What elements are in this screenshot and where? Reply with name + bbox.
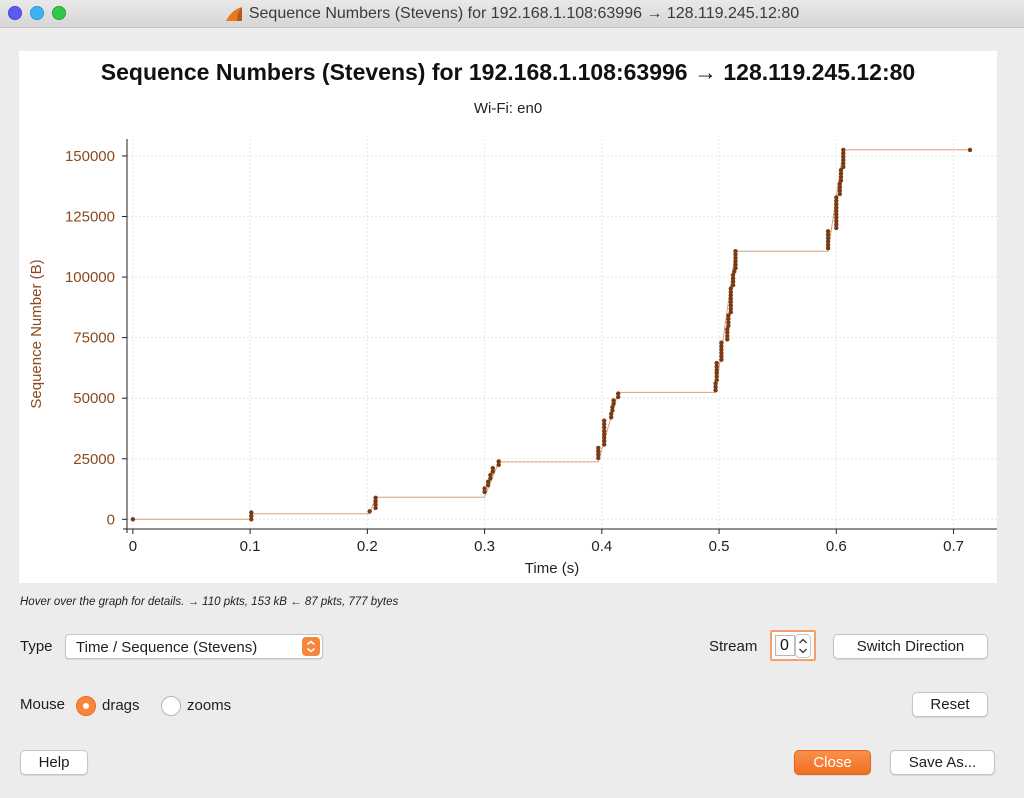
sequence-chart[interactable]: Sequence Numbers (Stevens) for 192.168.1… [19, 51, 997, 583]
data-point [611, 398, 616, 403]
wireshark-fin-icon [225, 7, 242, 21]
type-select-value: Time / Sequence (Stevens) [76, 639, 258, 656]
data-point [496, 459, 501, 464]
data-point [482, 486, 487, 491]
window-title: Sequence Numbers (Stevens) for 192.168.1… [248, 5, 800, 22]
drags-radio[interactable] [76, 696, 96, 716]
y-tick-label: 125000 [65, 209, 115, 226]
hover-hint: Hover over the graph for details. → 110 … [20, 596, 399, 608]
zooms-radio[interactable] [161, 696, 181, 716]
chart-title: Sequence Numbers (Stevens) for 192.168.1… [101, 59, 915, 85]
y-tick-label: 75000 [73, 330, 115, 347]
drags-label[interactable]: drags [102, 697, 140, 714]
zooms-label[interactable]: zooms [187, 697, 231, 714]
data-point [834, 195, 839, 200]
sequence-step-line [132, 149, 970, 520]
y-axis-label: Sequence Number (B) [28, 259, 45, 408]
switch-direction-button[interactable]: Switch Direction [833, 634, 988, 659]
title-bar[interactable]: Sequence Numbers (Stevens) for 192.168.1… [0, 0, 1024, 28]
data-point [602, 418, 607, 423]
x-tick-label: 0.5 [709, 538, 730, 555]
chart-grid [127, 139, 997, 529]
help-button[interactable]: Help [20, 750, 88, 775]
data-point [967, 147, 973, 153]
data-point [714, 360, 719, 366]
reset-button[interactable]: Reset [912, 692, 988, 717]
updown-chevron-icon [302, 637, 320, 656]
data-point [616, 391, 621, 396]
data-point [841, 147, 846, 153]
data-point [719, 340, 724, 345]
type-select[interactable]: Time / Sequence (Stevens) [65, 634, 323, 659]
data-point [367, 509, 372, 514]
series-line [132, 149, 970, 520]
x-tick-label: 0.4 [591, 538, 612, 555]
window: Sequence Numbers (Stevens) for 192.168.1… [0, 0, 1024, 798]
x-tick-label: 0.3 [474, 538, 495, 555]
x-tick-label: 0.7 [943, 538, 964, 555]
mouse-label: Mouse [20, 696, 66, 713]
y-tick-label: 100000 [65, 269, 115, 286]
data-point [825, 229, 831, 234]
y-tick-label: 25000 [73, 451, 115, 468]
stepper-arrows-icon[interactable] [795, 634, 811, 658]
y-tick-label: 0 [107, 511, 115, 528]
stream-label: Stream [709, 638, 758, 655]
data-point [249, 510, 254, 515]
chart-subtitle: Wi-Fi: en0 [474, 100, 542, 117]
x-tick-label: 0 [129, 538, 137, 555]
save-as-button[interactable]: Save As... [890, 750, 995, 775]
data-point [130, 517, 136, 522]
data-point [490, 466, 495, 471]
title-wrap: Sequence Numbers (Stevens) for 192.168.1… [0, 0, 1024, 28]
close-button[interactable]: Close [794, 750, 871, 775]
x-tick-label: 0.2 [357, 538, 378, 555]
x-tick-label: 0.1 [240, 538, 261, 555]
type-label: Type [20, 638, 53, 655]
series-points [130, 147, 973, 522]
plot-area[interactable]: Sequence Numbers (Stevens) for 192.168.1… [19, 51, 997, 583]
stream-input[interactable]: 0 [775, 635, 795, 656]
y-tick-label: 50000 [73, 390, 115, 407]
data-point [596, 445, 601, 451]
data-point [373, 495, 378, 500]
x-tick-label: 0.6 [826, 538, 847, 555]
stream-spinbox[interactable]: 0 [770, 630, 816, 661]
data-point [733, 249, 738, 254]
x-axis-label: Time (s) [525, 560, 579, 577]
y-tick-label: 150000 [65, 148, 115, 165]
chart-axes: 0 0.1 0.2 0.3 0.4 0.5 0.6 0.7 0 25000 50000 75000 10… [65, 139, 997, 555]
